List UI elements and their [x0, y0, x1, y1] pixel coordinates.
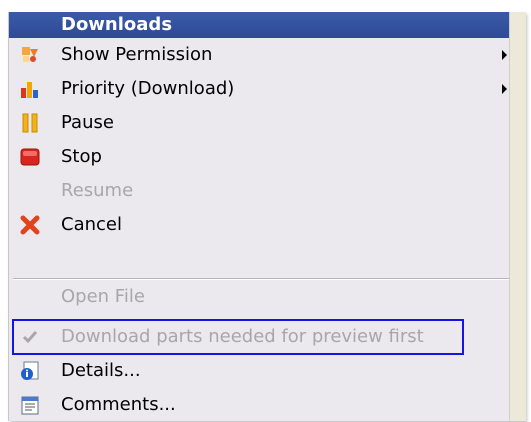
menu-item-label: Resume	[61, 180, 134, 201]
submenu-arrow-icon	[502, 50, 507, 60]
menu-item-comments[interactable]: Comments...	[9, 388, 509, 422]
menu-item-label: Pause	[61, 112, 114, 133]
menu-item-pause[interactable]: Pause	[9, 106, 509, 140]
menu-item-cancel[interactable]: Cancel	[9, 208, 509, 242]
menu-item-label: Priority (Download)	[61, 78, 235, 99]
comments-notepad-icon	[21, 396, 39, 415]
menu-item-details[interactable]: Details...	[9, 354, 509, 388]
menu-item-resume[interactable]: Resume	[9, 174, 509, 208]
menu-item-label: Stop	[61, 146, 102, 167]
context-menu: Downloads Show Permission Priority (Down…	[8, 12, 526, 422]
menu-item-label: Show Permission	[61, 44, 213, 65]
cancel-x-icon	[20, 215, 40, 235]
menu-item-label: Details...	[61, 360, 141, 381]
menu-header: Downloads	[9, 12, 509, 38]
details-info-icon	[21, 361, 39, 380]
menu-item-stop[interactable]: Stop	[9, 140, 509, 174]
menu-item-show-permission[interactable]: Show Permission	[9, 38, 509, 72]
menu-item-open-file[interactable]: Open File	[9, 280, 509, 314]
stop-icon	[20, 148, 40, 166]
menu-item-label: Comments...	[61, 394, 176, 415]
menu-item-label: Cancel	[61, 214, 122, 235]
priority-bars-icon	[21, 82, 38, 98]
menu-item-label: Open File	[61, 286, 145, 307]
permission-icon	[22, 47, 38, 62]
pause-icon	[22, 113, 38, 133]
menu-item-priority-download[interactable]: Priority (Download)	[9, 72, 509, 106]
menu-right-edge	[509, 12, 526, 421]
submenu-arrow-icon	[502, 84, 507, 94]
highlight-annotation-box	[12, 319, 464, 355]
